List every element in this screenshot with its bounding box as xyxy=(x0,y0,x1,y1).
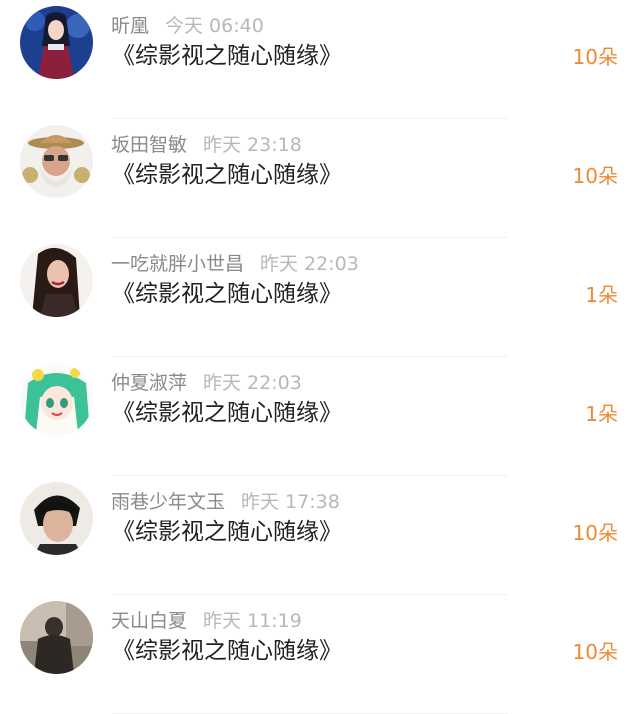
gift-list: 昕凰 今天 06:40 《综影视之随心随缘》 10朵 坂田智敏 昨天 23:18 《… xyxy=(0,0,640,714)
item-meta: 仲夏淑萍 昨天 22:03 xyxy=(111,371,302,395)
flower-count: 10朵 xyxy=(572,521,618,545)
flower-count: 10朵 xyxy=(572,164,618,188)
cowboy-old-man-avatar-image xyxy=(20,125,93,198)
user-name[interactable]: 坂田智敏 xyxy=(111,134,187,156)
flower-count: 10朵 xyxy=(572,640,618,664)
item-meta: 昕凰 今天 06:40 xyxy=(111,14,264,38)
woman-portrait-avatar-image xyxy=(20,244,93,317)
timestamp: 昨天 11:19 xyxy=(203,610,302,632)
avatar[interactable] xyxy=(20,482,93,555)
user-name[interactable]: 昕凰 xyxy=(111,15,149,37)
item-meta: 一吃就胖小世昌 昨天 22:03 xyxy=(111,252,359,276)
flower-count: 10朵 xyxy=(572,45,618,69)
user-name[interactable]: 仲夏淑萍 xyxy=(111,372,187,394)
timestamp: 昨天 17:38 xyxy=(241,491,340,513)
flower-count: 1朵 xyxy=(585,402,618,426)
timestamp: 昨天 22:03 xyxy=(203,372,302,394)
list-item[interactable]: 坂田智敏 昨天 23:18 《综影视之随心随缘》 10朵 xyxy=(0,119,640,238)
list-item[interactable]: 昕凰 今天 06:40 《综影视之随心随缘》 10朵 xyxy=(0,0,640,119)
list-item[interactable]: 一吃就胖小世昌 昨天 22:03 《综影视之随心随缘》 1朵 xyxy=(0,238,640,357)
work-title[interactable]: 《综影视之随心随缘》 xyxy=(112,398,342,428)
street-photo-avatar-image xyxy=(20,601,93,674)
work-title[interactable]: 《综影视之随心随缘》 xyxy=(112,517,342,547)
avatar[interactable] xyxy=(20,6,93,79)
user-name[interactable]: 天山白夏 xyxy=(111,610,187,632)
flower-count: 1朵 xyxy=(585,283,618,307)
work-title[interactable]: 《综影视之随心随缘》 xyxy=(112,279,342,309)
green-hair-anime-avatar-image xyxy=(20,363,93,436)
item-meta: 雨巷少年文玉 昨天 17:38 xyxy=(111,490,340,514)
young-man-avatar-image xyxy=(20,482,93,555)
timestamp: 今天 06:40 xyxy=(165,15,264,37)
work-title[interactable]: 《综影视之随心随缘》 xyxy=(112,160,342,190)
user-name[interactable]: 雨巷少年文玉 xyxy=(111,491,225,513)
list-item[interactable]: 雨巷少年文玉 昨天 17:38 《综影视之随心随缘》 10朵 xyxy=(0,476,640,595)
list-item[interactable]: 仲夏淑萍 昨天 22:03 《综影视之随心随缘》 1朵 xyxy=(0,357,640,476)
work-title[interactable]: 《综影视之随心随缘》 xyxy=(112,636,342,666)
list-item[interactable]: 天山白夏 昨天 11:19 《综影视之随心随缘》 10朵 xyxy=(0,595,640,714)
item-meta: 天山白夏 昨天 11:19 xyxy=(111,609,302,633)
avatar[interactable] xyxy=(20,244,93,317)
avatar[interactable] xyxy=(20,601,93,674)
work-title[interactable]: 《综影视之随心随缘》 xyxy=(112,41,342,71)
user-name[interactable]: 一吃就胖小世昌 xyxy=(111,253,244,275)
avatar[interactable] xyxy=(20,363,93,436)
timestamp: 昨天 22:03 xyxy=(260,253,359,275)
timestamp: 昨天 23:18 xyxy=(203,134,302,156)
item-meta: 坂田智敏 昨天 23:18 xyxy=(111,133,302,157)
anime-girl-avatar-image xyxy=(20,6,93,79)
avatar[interactable] xyxy=(20,125,93,198)
